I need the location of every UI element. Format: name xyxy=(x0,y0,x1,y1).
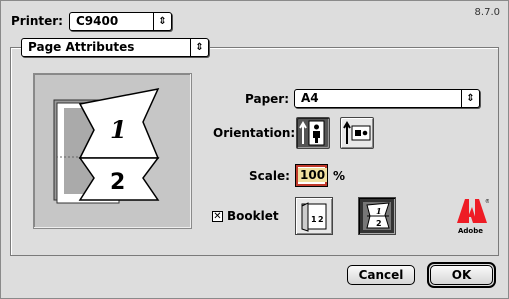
booklet-preview-graphic: 1 2 xyxy=(53,87,160,204)
landscape-person-icon xyxy=(343,121,371,144)
paper-popup[interactable]: A4 ⇕ xyxy=(294,89,480,108)
adobe-logo-icon: ® Adobe xyxy=(457,198,490,235)
portrait-person-icon xyxy=(299,120,325,146)
booklet-binding-left-button[interactable]: 1 2 xyxy=(295,197,333,235)
svg-text:2: 2 xyxy=(318,215,324,224)
checkmark-icon: ✕ xyxy=(213,211,222,222)
paper-label: Paper: xyxy=(245,92,290,106)
version-label: 8.7.0 xyxy=(474,7,500,18)
page-preview: 1 2 xyxy=(33,73,192,229)
popup-arrows-icon: ⇕ xyxy=(190,39,208,56)
svg-text:2: 2 xyxy=(376,219,382,228)
printer-label: Printer: xyxy=(11,14,63,28)
scale-label: Scale: xyxy=(249,169,290,183)
svg-text:Adobe: Adobe xyxy=(458,227,483,235)
printer-popup[interactable]: C9400 ⇕ xyxy=(69,12,172,31)
scale-unit: % xyxy=(333,169,346,183)
printer-popup-value: C9400 xyxy=(76,14,119,28)
scale-value: 100 xyxy=(298,168,328,182)
adobe-logo: ® Adobe xyxy=(455,197,490,237)
popup-arrows-icon: ⇕ xyxy=(153,13,171,30)
orientation-landscape-button[interactable] xyxy=(340,117,374,149)
orientation-label: Orientation: xyxy=(213,126,296,140)
booklet-binding-top-button[interactable]: 1 2 xyxy=(358,197,396,235)
preview-page-number: 1 xyxy=(110,115,127,144)
scale-input[interactable]: 100 xyxy=(295,164,328,187)
svg-text:®: ® xyxy=(485,198,489,205)
orientation-portrait-button[interactable] xyxy=(296,117,330,149)
panel-popup-value: Page Attributes xyxy=(28,40,135,54)
booklet-binding-top-icon: 1 2 xyxy=(363,202,391,230)
booklet-binding-left-icon: 1 2 xyxy=(301,202,327,232)
page-setup-dialog: 8.7.0 Printer: C9400 ⇕ Page Attributes ⇕… xyxy=(0,0,509,299)
preview-page-number: 2 xyxy=(110,170,125,195)
ok-button[interactable]: OK xyxy=(430,265,493,285)
svg-text:1: 1 xyxy=(376,206,382,216)
paper-popup-value: A4 xyxy=(301,91,319,105)
booklet-label: Booklet xyxy=(227,209,279,223)
booklet-checkbox[interactable]: ✕ xyxy=(212,211,223,222)
cancel-button[interactable]: Cancel xyxy=(347,265,415,285)
popup-arrows-icon: ⇕ xyxy=(461,90,479,107)
svg-text:1: 1 xyxy=(311,215,317,224)
panel-popup[interactable]: Page Attributes ⇕ xyxy=(21,38,209,57)
